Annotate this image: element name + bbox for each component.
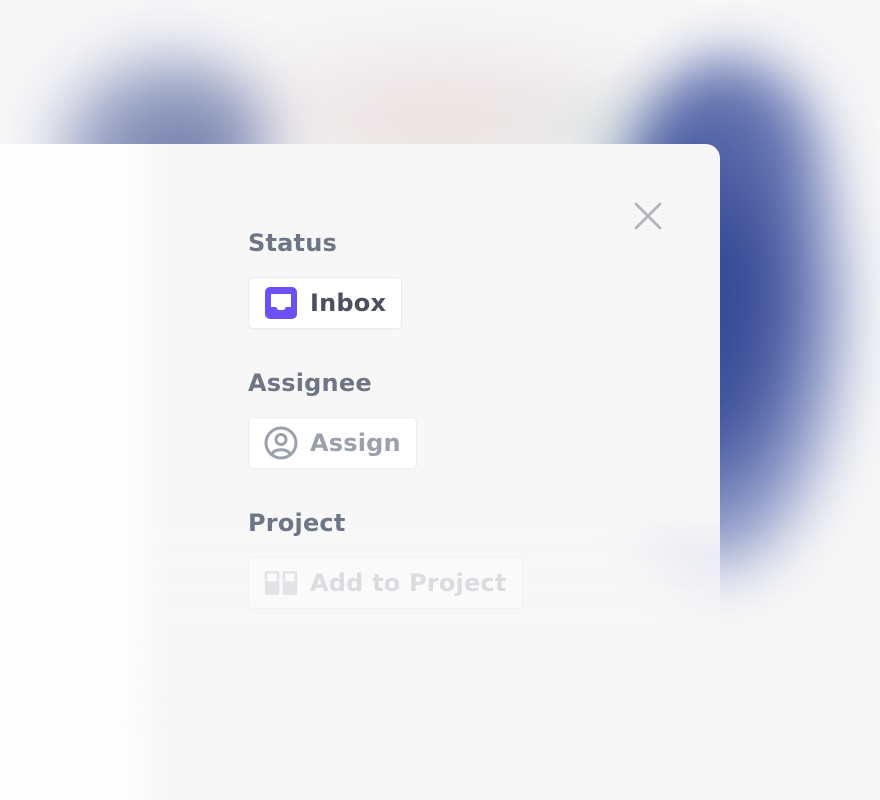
assignee-label: Assignee	[248, 369, 372, 397]
inbox-icon	[264, 286, 298, 320]
user-circle-icon	[264, 426, 298, 460]
assignee-section: Assignee Assign	[248, 366, 668, 506]
properties-list: Status Inbox Assignee Assign Project Add…	[248, 226, 668, 646]
status-section: Status Inbox	[248, 226, 668, 366]
project-value: Add to Project	[310, 569, 507, 597]
assignee-value: Assign	[310, 429, 401, 457]
status-value: Inbox	[310, 289, 387, 317]
panel-edge-fade	[0, 144, 170, 800]
status-select-button[interactable]: Inbox	[248, 277, 403, 329]
project-section: Project Add to Project	[248, 506, 668, 646]
status-label: Status	[248, 229, 337, 257]
stage: Status Inbox Assignee Assign Project Add…	[0, 0, 880, 800]
assign-button[interactable]: Assign	[248, 417, 417, 469]
project-board-icon	[264, 566, 298, 600]
add-to-project-button[interactable]: Add to Project	[248, 557, 523, 609]
project-label: Project	[248, 509, 346, 537]
